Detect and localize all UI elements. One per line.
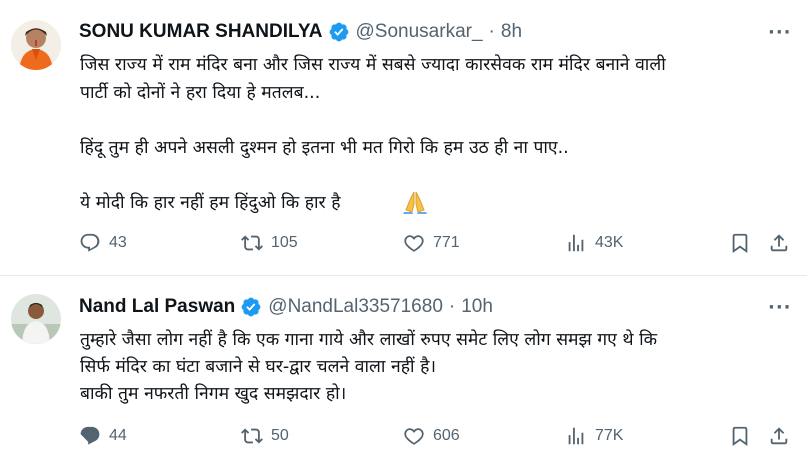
more-options-button[interactable]: ··· — [768, 22, 792, 43]
author-handle[interactable]: @NandLal33571680 — [268, 296, 443, 318]
tweet-header: SONU KUMAR SHANDILYA @Sonusarkar_ · 8h — [79, 21, 522, 43]
view-count: 43K — [595, 234, 624, 251]
separator-dot: · — [448, 296, 456, 317]
folded-hands-icon — [403, 191, 427, 214]
view-count: 77K — [595, 427, 624, 444]
share-button[interactable] — [768, 232, 798, 254]
share-icon — [770, 234, 788, 252]
bookmark-button[interactable] — [729, 232, 759, 254]
bookmark-button[interactable] — [729, 425, 759, 447]
avatar[interactable] — [11, 294, 61, 344]
views-icon — [568, 234, 584, 252]
verified-badge-icon — [241, 297, 261, 317]
tweet-text-line: जिस राज्य में राम मंदिर बना और जिस राज्य… — [80, 55, 666, 75]
heart-icon — [404, 235, 424, 252]
separator-dot: · — [488, 21, 495, 42]
reply-count: 43 — [109, 234, 127, 251]
tweet-text-line: तुम्हारे जैसा लोग नहीं है कि एक गाना गाय… — [80, 330, 658, 350]
tweet-text-line: हिंदू तुम ही अपने असली दुश्मन हो इतना भी… — [80, 138, 569, 158]
repost-icon — [241, 235, 263, 251]
bookmark-icon — [732, 426, 748, 447]
reply-count: 44 — [109, 427, 127, 444]
repost-button[interactable]: 105 — [241, 232, 298, 254]
timestamp[interactable]: 8h — [501, 21, 522, 43]
repost-count: 50 — [271, 427, 289, 444]
like-button[interactable]: 606 — [403, 425, 460, 447]
views-button[interactable]: 77K — [565, 425, 623, 447]
tweet[interactable]: SONU KUMAR SHANDILYA @Sonusarkar_ · 8h ·… — [0, 0, 807, 275]
repost-icon — [241, 428, 263, 444]
reply-button[interactable]: 44 — [79, 425, 127, 447]
more-options-button[interactable]: ··· — [768, 297, 792, 318]
bookmark-icon — [732, 233, 748, 254]
tweet-actions: 44 50 606 77K — [0, 425, 807, 455]
like-count: 771 — [433, 234, 460, 251]
reply-button[interactable]: 43 — [79, 232, 127, 254]
heart-icon — [404, 428, 424, 445]
timestamp[interactable]: 10h — [461, 296, 493, 318]
tweet-text-line: बाकी तुम नफरती निगम खुद समझदार हो। — [80, 384, 347, 404]
verified-badge-icon — [329, 22, 348, 42]
repost-button[interactable]: 50 — [241, 425, 289, 447]
views-button[interactable]: 43K — [565, 232, 623, 254]
tweet-text-line: ये मोदी कि हार नहीं हम हिंदुओ कि हार है — [80, 193, 341, 213]
views-icon — [568, 427, 584, 445]
tweet-header: Nand Lal Paswan @NandLal33571680 · 10h — [79, 296, 493, 318]
author-handle[interactable]: @Sonusarkar_ — [356, 21, 483, 43]
repost-count: 105 — [271, 234, 298, 251]
tweet[interactable]: Nand Lal Paswan @NandLal33571680 · 10h ·… — [0, 276, 807, 473]
like-button[interactable]: 771 — [403, 232, 460, 254]
author-name[interactable]: Nand Lal Paswan — [79, 296, 235, 318]
tweet-text-line: सिर्फ मंदिर का घंटा बजाने से घर-द्वार चल… — [80, 357, 437, 377]
share-button[interactable] — [768, 425, 798, 447]
reply-icon — [80, 233, 100, 252]
share-icon — [770, 427, 788, 445]
tweet-actions: 43 105 771 43K — [0, 232, 807, 262]
like-count: 606 — [433, 427, 460, 444]
reply-icon — [80, 426, 100, 445]
tweet-text-line: पार्टी को दोनों ने हरा दिया हे मतलब... — [80, 83, 321, 103]
avatar[interactable] — [11, 20, 61, 70]
author-name[interactable]: SONU KUMAR SHANDILYA — [79, 21, 323, 43]
